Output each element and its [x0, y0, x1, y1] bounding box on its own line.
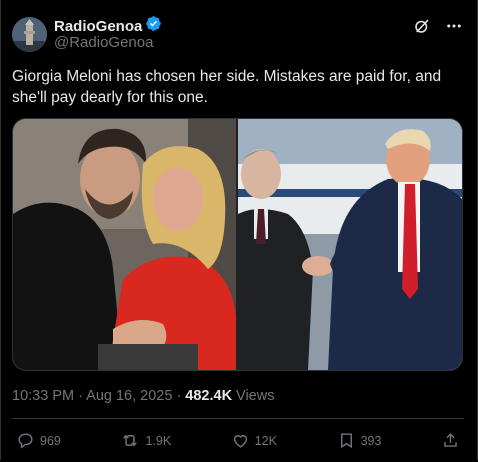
- bookmark-icon: [337, 431, 356, 450]
- more-icon[interactable]: [445, 17, 463, 35]
- author-handle[interactable]: @RadioGenoa: [54, 34, 153, 51]
- share-icon: [441, 431, 460, 450]
- like-icon: [231, 431, 250, 450]
- reply-button[interactable]: 969: [16, 431, 61, 450]
- tweet-media[interactable]: [12, 118, 463, 371]
- reply-count: 969: [40, 433, 61, 448]
- like-button[interactable]: 12K: [231, 431, 277, 450]
- repost-count: 1.9K: [145, 433, 172, 448]
- tweet-meta: 10:33 PM · Aug 16, 2025 · 482.4K Views: [12, 388, 274, 404]
- timestamp[interactable]: 10:33 PM · Aug 16, 2025 ·: [12, 388, 181, 404]
- reply-icon: [16, 431, 35, 450]
- action-bar: 969 1.9K 12K 393: [16, 431, 460, 450]
- tweet-top-actions: [413, 17, 463, 35]
- repost-button[interactable]: 1.9K: [120, 431, 171, 450]
- media-image-right[interactable]: [238, 119, 462, 370]
- divider: [12, 418, 464, 419]
- media-image-left[interactable]: [13, 119, 236, 370]
- bookmark-button[interactable]: 393: [337, 431, 382, 450]
- views-label: Views: [236, 388, 275, 404]
- views-count: 482.4K: [185, 388, 233, 404]
- grok-icon[interactable]: [413, 17, 431, 35]
- like-count: 12K: [254, 433, 277, 448]
- share-button[interactable]: [441, 431, 460, 450]
- bookmark-count: 393: [360, 433, 382, 448]
- avatar[interactable]: [12, 17, 47, 52]
- author-name[interactable]: RadioGenoa: [54, 18, 142, 35]
- tweet-text: Giorgia Meloni has chosen her side. Mist…: [12, 68, 442, 106]
- repost-icon: [120, 431, 140, 450]
